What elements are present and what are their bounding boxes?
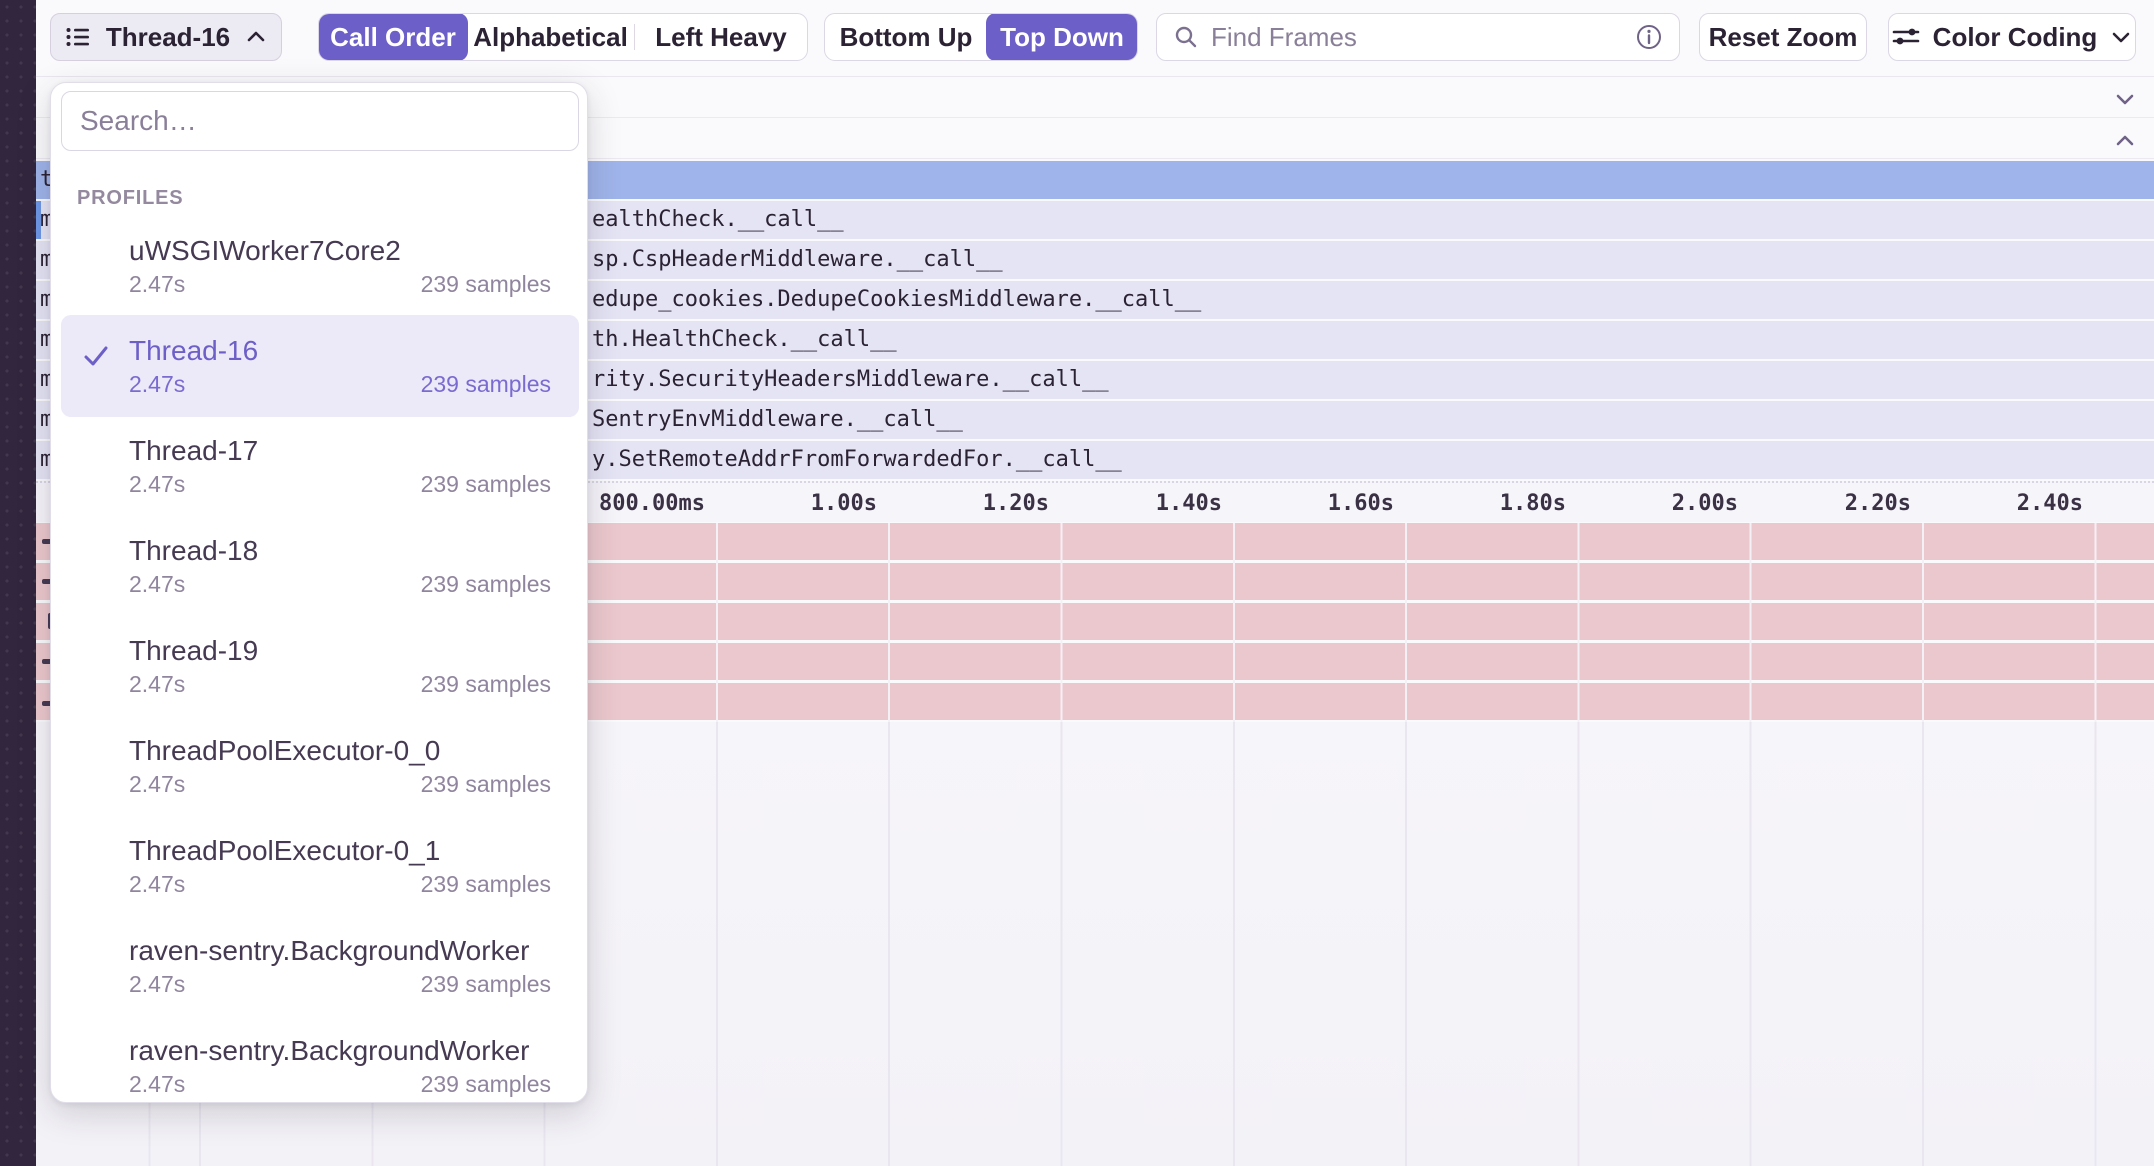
toolbar: Thread-16 Call Order Alphabetical Left H… xyxy=(36,0,2154,77)
frame-label: th.HealthCheck.__call__ xyxy=(592,327,897,352)
profile-samples: 239 samples xyxy=(421,469,551,499)
profile-name: ThreadPoolExecutor-0_0 xyxy=(129,733,551,769)
profile-name: raven-sentry.BackgroundWorker xyxy=(129,933,551,969)
profile-item[interactable]: raven-sentry.BackgroundWorker 2.47s 239 s… xyxy=(61,1015,579,1115)
profiles-section-label: PROFILES xyxy=(77,187,183,210)
profile-samples: 239 samples xyxy=(421,769,551,799)
tab-alphabetical[interactable]: Alphabetical xyxy=(467,14,634,60)
profile-samples: 239 samples xyxy=(421,269,551,299)
frame-label: ealthCheck.__call__ xyxy=(592,207,844,232)
chevron-down-icon xyxy=(2109,25,2133,49)
tab-bottom-up[interactable]: Bottom Up xyxy=(825,14,987,60)
axis-tick: 1.20s xyxy=(889,491,1049,516)
sliders-icon xyxy=(1891,22,1921,52)
axis-tick: 2.40s xyxy=(1923,491,2083,516)
color-coding-label: Color Coding xyxy=(1933,22,2098,53)
axis-tick: 1.80s xyxy=(1406,491,1566,516)
chevron-down-icon xyxy=(2112,86,2138,112)
profile-name: raven-sentry.BackgroundWorker xyxy=(129,1033,551,1069)
frame-label: sp.CspHeaderMiddleware.__call__ xyxy=(592,247,1003,272)
tab-top-down[interactable]: Top Down xyxy=(986,13,1138,61)
reset-zoom-button[interactable]: Reset Zoom xyxy=(1699,13,1867,61)
profile-item[interactable]: ThreadPoolExecutor-0_0 2.47s 239 samples xyxy=(61,715,579,815)
find-frames-input[interactable] xyxy=(1211,22,1635,53)
profile-samples: 239 samples xyxy=(421,669,551,699)
axis-tick: 1.00s xyxy=(717,491,877,516)
profile-item[interactable]: Thread-18 2.47s 239 samples xyxy=(61,515,579,615)
thread-list-icon xyxy=(64,23,92,51)
direction-segmented-control: Bottom Up Top Down xyxy=(824,13,1138,61)
axis-tick: 2.20s xyxy=(1751,491,1911,516)
profile-samples: 239 samples xyxy=(421,869,551,899)
checkmark-icon xyxy=(79,339,113,373)
profile-duration: 2.47s xyxy=(129,1069,185,1099)
profile-duration: 2.47s xyxy=(129,769,185,799)
thread-selector-button[interactable]: Thread-16 xyxy=(50,13,282,61)
profile-name: Thread-19 xyxy=(129,633,551,669)
frame-label: SentryEnvMiddleware.__call__ xyxy=(592,407,963,432)
profile-duration: 2.47s xyxy=(129,369,185,399)
profile-name: Thread-17 xyxy=(129,433,551,469)
profile-search-input[interactable] xyxy=(80,105,560,137)
search-icon xyxy=(1173,24,1199,50)
find-frames-search xyxy=(1156,13,1680,61)
profile-duration: 2.47s xyxy=(129,969,185,999)
profile-name: Thread-16 xyxy=(129,333,551,369)
frame-label: y.SetRemoteAddrFromForwardedFor.__call__ xyxy=(592,447,1122,472)
profile-duration: 2.47s xyxy=(129,569,185,599)
profile-item[interactable]: raven-sentry.BackgroundWorker 2.47s 239 s… xyxy=(61,915,579,1015)
profile-name: Thread-18 xyxy=(129,533,551,569)
profile-samples: 239 samples xyxy=(421,369,551,399)
axis-tick: 1.40s xyxy=(1062,491,1222,516)
profile-item[interactable]: ThreadPoolExecutor-0_1 2.47s 239 samples xyxy=(61,815,579,915)
chevron-up-icon xyxy=(2112,127,2138,153)
info-icon[interactable] xyxy=(1635,23,1663,51)
frame-label: edupe_cookies.DedupeCookiesMiddleware.__… xyxy=(592,287,1201,312)
frame-edge-accent xyxy=(36,201,41,239)
left-dark-rail xyxy=(0,0,36,1166)
profile-item[interactable]: Thread-19 2.47s 239 samples xyxy=(61,615,579,715)
profile-item-selected[interactable]: Thread-16 2.47s 239 samples xyxy=(61,315,579,417)
profile-duration: 2.47s xyxy=(129,869,185,899)
profile-samples: 239 samples xyxy=(421,969,551,999)
profile-item[interactable]: uWSGIWorker7Core2 2.47s 239 samples xyxy=(61,215,579,315)
tab-call-order[interactable]: Call Order xyxy=(318,13,468,61)
profile-duration: 2.47s xyxy=(129,269,185,299)
profile-item[interactable]: Thread-17 2.47s 239 samples xyxy=(61,415,579,515)
profile-duration: 2.47s xyxy=(129,469,185,499)
thread-selector-label: Thread-16 xyxy=(106,22,230,53)
frame-label: rity.SecurityHeadersMiddleware.__call__ xyxy=(592,367,1109,392)
profile-selector-dropdown: PROFILES uWSGIWorker7Core2 2.47s 239 samp… xyxy=(50,82,588,1103)
sort-order-segmented-control: Call Order Alphabetical Left Heavy xyxy=(318,13,808,61)
profile-name: ThreadPoolExecutor-0_1 xyxy=(129,833,551,869)
profile-samples: 239 samples xyxy=(421,1069,551,1099)
profile-samples: 239 samples xyxy=(421,569,551,599)
axis-tick: 1.60s xyxy=(1234,491,1394,516)
axis-tick: 2.00s xyxy=(1578,491,1738,516)
color-coding-button[interactable]: Color Coding xyxy=(1888,13,2136,61)
profile-search-box xyxy=(61,91,579,151)
profile-name: uWSGIWorker7Core2 xyxy=(129,233,551,269)
profile-duration: 2.47s xyxy=(129,669,185,699)
tab-left-heavy[interactable]: Left Heavy xyxy=(635,14,807,60)
chevron-up-icon xyxy=(244,25,268,49)
